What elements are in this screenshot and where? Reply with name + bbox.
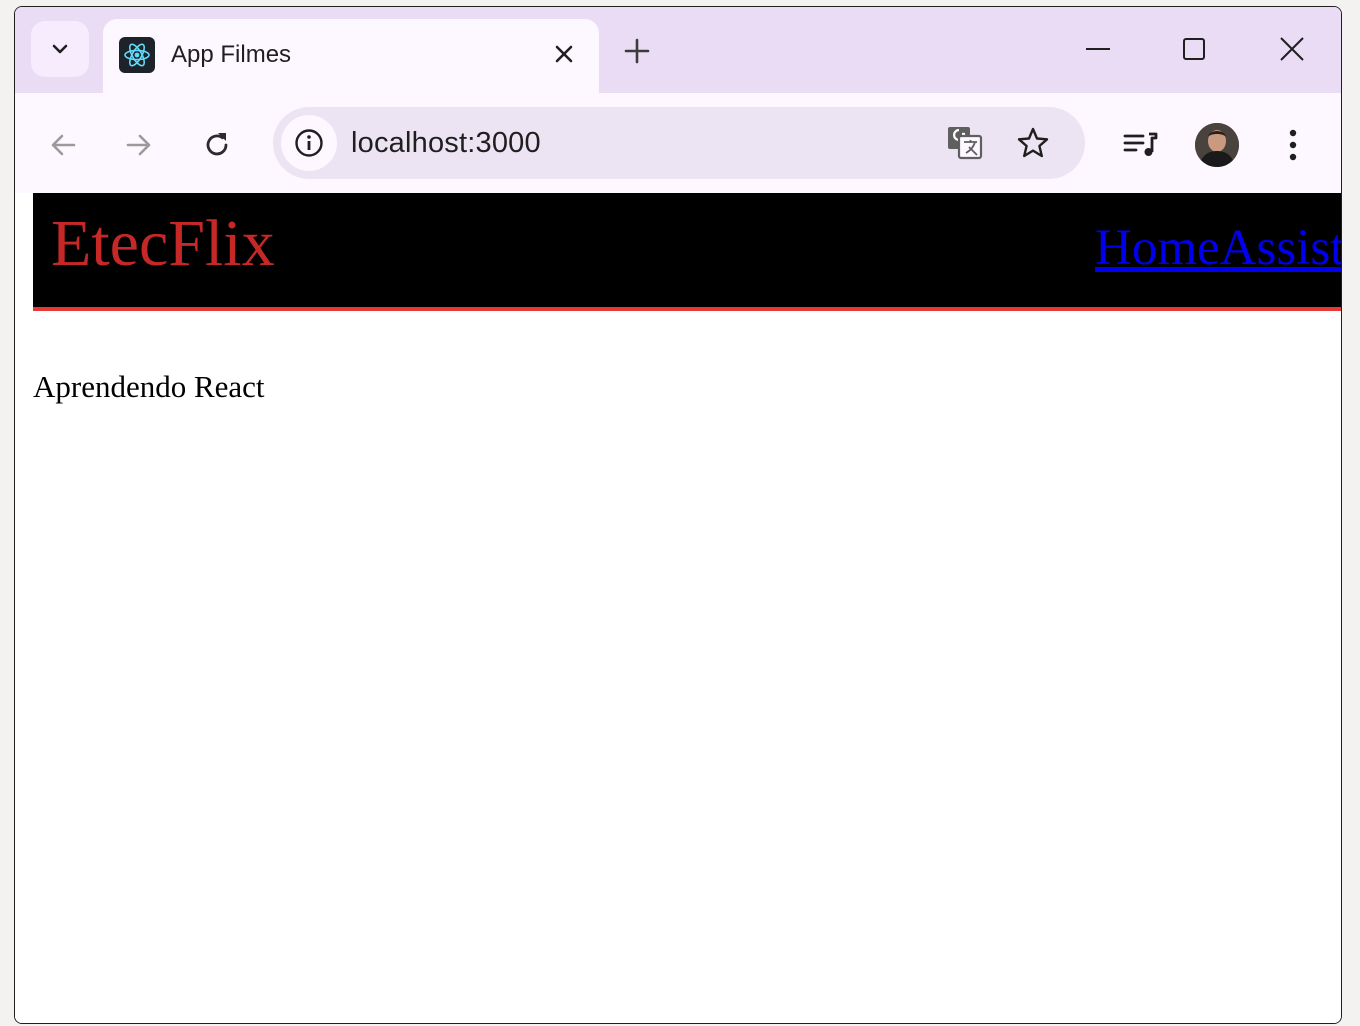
page-body-text: Aprendendo React (33, 369, 265, 404)
react-logo-icon (119, 37, 155, 73)
forward-button[interactable] (119, 125, 159, 165)
arrow-left-icon (51, 134, 76, 156)
browser-window: App Filmes localhost:3000 EtecFlix HomeA… (14, 6, 1342, 1024)
address-bar[interactable]: localhost:3000 (273, 107, 1085, 179)
header-nav: HomeAssistir (1095, 220, 1341, 276)
nav-link-home[interactable]: Home (1095, 220, 1220, 276)
minimize-button[interactable] (1075, 29, 1121, 69)
kebab-menu-icon (1289, 129, 1297, 161)
chevron-down-icon (52, 44, 68, 54)
site-header: EtecFlix HomeAssistir (33, 193, 1341, 311)
close-window-icon (1280, 37, 1304, 61)
reload-icon (206, 133, 228, 156)
translate-button[interactable] (945, 123, 985, 163)
tab-title: App Filmes (171, 41, 292, 68)
active-tab[interactable]: App Filmes (103, 19, 599, 93)
page-viewport: EtecFlix HomeAssistir Aprendendo React (15, 193, 1341, 1023)
tab-close-button[interactable] (549, 39, 579, 69)
tab-search-button[interactable] (31, 21, 89, 77)
maximize-icon (1183, 38, 1205, 60)
translate-icon (948, 127, 983, 160)
tab-strip: App Filmes (15, 7, 1341, 93)
brand-logo[interactable]: EtecFlix (51, 211, 275, 277)
browser-toolbar: localhost:3000 (15, 93, 1341, 193)
minimize-icon (1086, 48, 1110, 50)
url-text[interactable]: localhost:3000 (351, 127, 541, 160)
avatar[interactable] (1195, 123, 1239, 167)
info-icon (295, 129, 323, 157)
maximize-button[interactable] (1171, 29, 1217, 69)
close-window-button[interactable] (1269, 29, 1315, 69)
reload-button[interactable] (197, 125, 237, 165)
browser-menu-button[interactable] (1271, 123, 1315, 167)
nav-link-assistir[interactable]: Assistir (1220, 220, 1341, 276)
back-button[interactable] (43, 125, 83, 165)
bookmark-button[interactable] (1013, 123, 1053, 163)
new-tab-button[interactable] (619, 33, 655, 69)
close-icon (555, 45, 573, 63)
star-icon (1017, 127, 1049, 158)
media-queue-icon (1123, 132, 1158, 156)
plus-icon (624, 38, 650, 64)
arrow-right-icon (126, 134, 151, 156)
media-control-button[interactable] (1119, 123, 1163, 167)
site-info-button[interactable] (281, 115, 337, 171)
